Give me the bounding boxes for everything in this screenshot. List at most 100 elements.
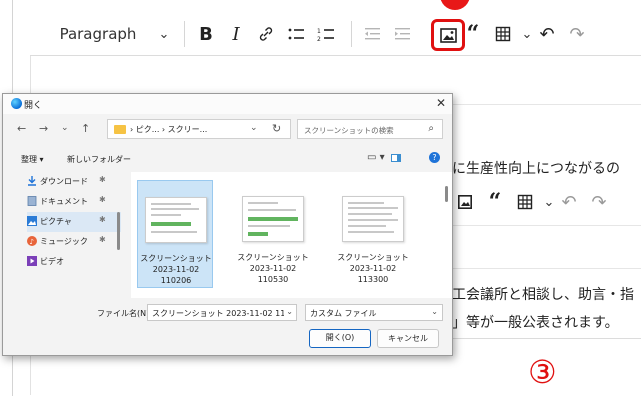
back-arrow-icon[interactable]: ← xyxy=(17,122,26,135)
editor-body-text: に生産性向上につながるの xyxy=(452,161,620,177)
up-arrow-icon[interactable]: ↑ xyxy=(81,122,90,135)
forward-arrow-icon[interactable]: → xyxy=(39,122,48,135)
svg-text:♪: ♪ xyxy=(30,238,34,246)
file-item[interactable]: スクリーンショット 2023-11-02 113300 xyxy=(335,180,411,288)
search-icon[interactable]: ⌕ xyxy=(428,123,434,134)
new-folder-button[interactable]: 新しいフォルダー xyxy=(67,154,131,165)
sidebar-item-music[interactable]: ♪ ミュージック ✱ xyxy=(27,232,121,252)
editor-body-text: 」等が一般公表されます。 xyxy=(452,315,619,331)
pin-icon[interactable]: ✱ xyxy=(99,195,106,204)
pin-icon[interactable]: ✱ xyxy=(99,175,106,184)
editor-divider xyxy=(452,268,641,269)
filetype-value: カスタム ファイル xyxy=(310,309,377,318)
download-icon xyxy=(27,176,37,186)
file-date-line: 2023-11-02 xyxy=(349,264,397,273)
chevron-down-icon[interactable]: ⌄ xyxy=(431,307,438,316)
file-time-line: 113300 xyxy=(357,275,389,284)
file-item[interactable]: スクリーンショット 2023-11-02 110530 xyxy=(235,180,311,288)
chevron-down-icon[interactable]: ⌄ xyxy=(152,27,176,42)
file-name-line: スクリーンショット xyxy=(337,253,409,262)
search-placeholder: スクリーンショットの検索 xyxy=(304,126,394,135)
music-icon: ♪ xyxy=(27,236,37,246)
navigation-scrollbar[interactable] xyxy=(117,212,120,250)
sidebar-item-videos[interactable]: ビデオ xyxy=(27,252,121,272)
file-list: スクリーンショット 2023-11-02 110206 スクリーンショット 20… xyxy=(131,172,452,298)
edge-icon xyxy=(11,98,22,109)
file-item[interactable]: スクリーンショット 2023-11-02 110206 xyxy=(137,180,213,288)
refresh-icon[interactable]: ↻ xyxy=(272,122,281,135)
step-marker-3: ③ xyxy=(528,353,557,391)
bulleted-list-icon[interactable] xyxy=(283,26,309,42)
sidebar-item-downloads[interactable]: ダウンロード ✱ xyxy=(27,172,121,192)
table-chevron-icon[interactable]: ⌄ xyxy=(520,27,534,42)
close-icon[interactable]: ✕ xyxy=(436,96,446,110)
editor-divider xyxy=(452,225,641,226)
undo-icon[interactable]: ↶ xyxy=(534,24,560,45)
chevron-down-icon[interactable]: ⌄ xyxy=(286,307,293,316)
insert-image-icon[interactable] xyxy=(452,195,478,209)
blockquote-icon[interactable]: “ xyxy=(482,189,508,215)
toolbar-divider xyxy=(184,21,185,47)
file-date-line: 2023-11-02 xyxy=(249,264,297,273)
open-file-dialog: 開く ✕ ← → ⌄ ↑ › ピク... › スクリー... ⌄ ↻ スクリーン… xyxy=(2,93,453,356)
filename-value[interactable]: スクリーンショット 2023-11-02 11020 xyxy=(152,308,284,319)
italic-icon[interactable]: I xyxy=(223,24,249,45)
table-icon[interactable] xyxy=(512,194,538,210)
file-time-line: 110530 xyxy=(257,275,289,284)
link-icon[interactable] xyxy=(253,26,279,42)
editor-body-text: 工会議所と相談し、助言・指 xyxy=(452,287,634,303)
sidebar-item-label: ドキュメント xyxy=(40,197,88,206)
file-date-line: 2023-11-02 xyxy=(152,265,200,274)
insert-image-icon xyxy=(440,28,457,43)
numbered-list-icon[interactable]: 12 xyxy=(313,26,339,42)
undo-icon[interactable]: ↶ xyxy=(556,192,582,213)
help-icon[interactable]: ? xyxy=(429,152,440,163)
table-chevron-icon[interactable]: ⌄ xyxy=(542,195,556,210)
cancel-button[interactable]: キャンセル xyxy=(377,329,439,348)
sidebar-item-pictures[interactable]: ピクチャ ✱ xyxy=(27,212,121,232)
toolbar-divider xyxy=(351,21,352,47)
view-options-icon[interactable]: ▭ ▾ xyxy=(367,152,385,163)
filename-input[interactable]: スクリーンショット 2023-11-02 11020 ⌄ xyxy=(147,304,297,321)
pin-icon[interactable]: ✱ xyxy=(99,235,106,244)
document-icon xyxy=(27,196,37,206)
pin-icon[interactable]: ✱ xyxy=(99,215,106,224)
filename-label: ファイル名(N): xyxy=(97,309,152,318)
insert-image-button[interactable] xyxy=(431,19,465,51)
search-field[interactable]: スクリーンショットの検索 ⌕ xyxy=(297,119,443,139)
open-button[interactable]: 開く(O) xyxy=(309,329,371,348)
sidebar-item-label: ダウンロード xyxy=(40,177,88,186)
sidebar-item-label: ビデオ xyxy=(40,257,64,266)
editor-divider xyxy=(30,55,641,56)
redo-icon[interactable]: ↷ xyxy=(586,192,612,213)
svg-text:1: 1 xyxy=(317,28,321,35)
organize-button[interactable]: 整理 ▾ xyxy=(21,154,44,165)
indent-icon[interactable] xyxy=(390,26,416,42)
recent-chevron-icon[interactable]: ⌄ xyxy=(61,123,69,133)
outdent-icon[interactable] xyxy=(360,26,386,42)
address-breadcrumb[interactable]: › ピク... › スクリー... xyxy=(130,124,207,135)
redo-icon[interactable]: ↷ xyxy=(564,24,590,45)
navigation-pane: ダウンロード ✱ ドキュメント ✱ ピクチャ ✱ ♪ ミュージック ✱ ビデオ xyxy=(3,172,131,298)
dialog-footer: ファイル名(N): スクリーンショット 2023-11-02 11020 ⌄ カ… xyxy=(3,298,452,355)
paragraph-format-select[interactable]: Paragraph xyxy=(44,25,152,43)
step-marker-circle xyxy=(440,0,470,10)
preview-pane-icon[interactable] xyxy=(391,154,401,162)
sidebar-item-documents[interactable]: ドキュメント ✱ xyxy=(27,192,121,212)
editor-toolbar: Paragraph ⌄ B I 12 “ ⌄ ↶ ↷ xyxy=(44,20,594,48)
dialog-navbar: ← → ⌄ ↑ › ピク... › スクリー... ⌄ ↻ スクリーンショットの… xyxy=(3,116,452,142)
table-icon[interactable] xyxy=(490,26,516,42)
folder-icon xyxy=(114,125,126,134)
address-bar[interactable]: › ピク... › スクリー... ⌄ ↻ xyxy=(107,119,291,139)
video-icon xyxy=(27,256,37,266)
file-time-line: 110206 xyxy=(160,276,192,285)
chevron-down-icon[interactable]: ⌄ xyxy=(250,123,258,133)
file-name-line: スクリーンショット xyxy=(140,254,212,263)
sidebar-item-label: ミュージック xyxy=(40,237,88,246)
file-name-line: スクリーンショット xyxy=(237,253,309,262)
svg-text:2: 2 xyxy=(317,36,321,42)
file-list-scrollbar[interactable] xyxy=(445,186,448,202)
bold-icon[interactable]: B xyxy=(193,24,219,45)
sidebar-item-label: ピクチャ xyxy=(40,217,72,226)
filetype-select[interactable]: カスタム ファイル ⌄ xyxy=(305,304,443,321)
